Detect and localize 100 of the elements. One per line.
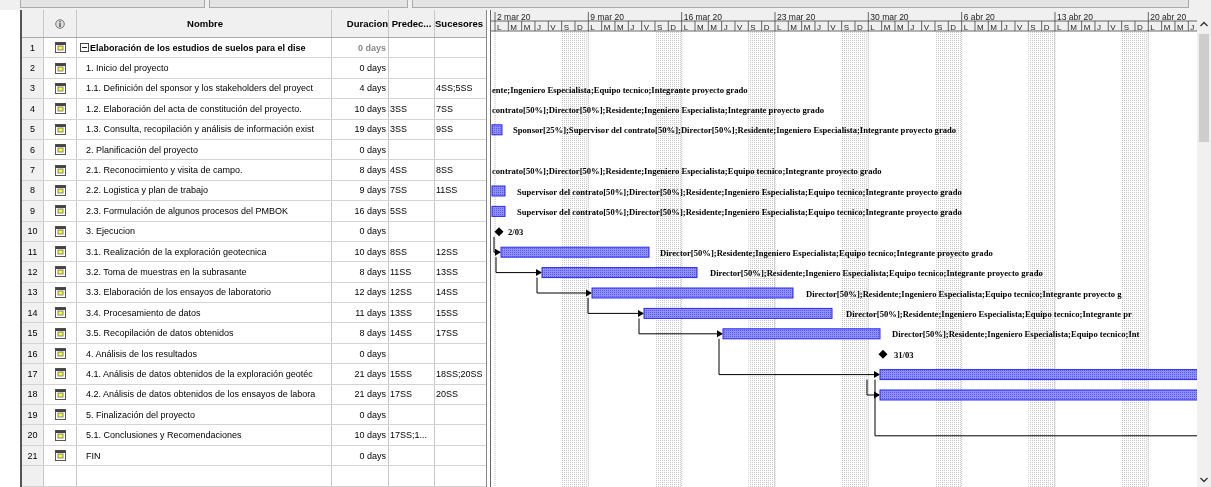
dependency-arrow	[536, 277, 592, 297]
calendar-icon	[54, 368, 66, 380]
task-name: 5. Finalización del proyecto	[86, 409, 196, 420]
milestone-date: 2/03	[508, 227, 524, 238]
table-row[interactable]: 4 1.2. Elaboración del acta de constitución del proyecto. 10 days 3SS 7SS	[22, 99, 486, 120]
table-row[interactable]: 19 5. Finalización del proyecto 0 days	[22, 405, 486, 426]
duration-value: 10 days	[354, 103, 386, 114]
row-number: 21	[22, 445, 44, 466]
task-name: 3.2. Toma de muestras en la subrasante	[86, 267, 247, 277]
table-row[interactable]: 14 3.4. Procesamiento de datos 11 days 13SS 15SS	[22, 303, 486, 324]
duration-value: 0 days	[359, 409, 386, 420]
table-row[interactable]: 9 2.3. Formulación de algunos procesos del PMBOK 16 days 5SS	[22, 201, 486, 222]
predecessors-value: 8SS	[390, 246, 407, 257]
row-number: 1	[22, 38, 44, 58]
calendar-icon	[54, 144, 66, 156]
row-number: 4	[22, 99, 44, 119]
row-number: 3	[22, 78, 44, 99]
table-row[interactable]: 2 1. Inicio del proyecto 0 days	[22, 58, 486, 79]
task-bar[interactable]	[541, 267, 698, 279]
task-bar[interactable]	[879, 389, 1197, 401]
day-letter: M	[1163, 22, 1171, 32]
day-letter: S	[1123, 22, 1129, 32]
table-row[interactable]: 1 Elaboración de los estudios de suelos para el dise 0 days	[22, 38, 486, 59]
day-letter: L	[683, 22, 689, 32]
table-row[interactable]: 8 2.2. Logistica y plan de trabajo 9 days 7SS 11SS	[22, 180, 486, 202]
day-letter: J	[723, 22, 728, 32]
day-letter: M	[883, 22, 891, 32]
week-label: 16 mar 20	[683, 11, 722, 22]
duration-value: 8 days	[359, 328, 386, 339]
calendar-icon	[54, 62, 66, 74]
duration-value: 16 days	[354, 205, 386, 216]
column-header[interactable]: Duracion	[332, 10, 389, 37]
task-bar[interactable]	[491, 124, 503, 136]
task-name: 2.1. Reconocimiento y visita de campo.	[86, 165, 243, 176]
day-letter: J	[910, 22, 915, 32]
duration-value: 10 days	[354, 246, 386, 257]
table-row[interactable]: 21 FIN 0 days	[22, 445, 486, 467]
task-name: FIN	[86, 450, 101, 461]
resource-label: contrato[50%];Director[50%];Residente;Ingeniero Especialista;Integrante proyecto grado	[492, 104, 824, 115]
predecessors-value: 4SS	[390, 165, 407, 176]
table-row[interactable]: 20 5.1. Conclusiones y Recomendaciones 10 days 17SS;1...	[22, 425, 486, 446]
day-letter: M	[523, 22, 531, 32]
column-header[interactable]: Predec...	[389, 10, 435, 37]
task-name: 5.1. Conclusiones y Recomendaciones	[86, 430, 242, 441]
collapse-icon[interactable]	[80, 43, 89, 53]
successors-value: 12SS	[436, 246, 459, 257]
table-row[interactable]: 3 1.1. Definición del sponsor y los stakeholders del proyect 4 days 4SS;5SS	[22, 78, 486, 100]
column-header[interactable]: Nombre	[77, 10, 332, 37]
calendar-icon	[54, 225, 66, 237]
resource-label: Director[50%];Residente;Ingeniero Especialista;Equipo tecnico;Int	[892, 329, 1140, 340]
column-header[interactable]: Sucesores	[435, 10, 486, 37]
table-row[interactable]: 10 3. Ejecucion 0 days	[22, 221, 486, 242]
day-letter: V	[550, 22, 556, 32]
duration-value: 19 days	[354, 124, 386, 135]
successors-value: 13SS	[436, 267, 459, 277]
table-row[interactable]: 15 3.5. Recopilación de datos obtenidos 8 days 14SS 17SS	[22, 323, 486, 344]
task-bar[interactable]	[643, 307, 833, 319]
table-row[interactable]: 18 4.2. Análisis de datos obtenidos de los ensayos de labora 21 days 17SS 20SS	[22, 384, 486, 406]
table-row[interactable]: 7 2.1. Reconocimiento y visita de campo. 8 days 4SS 8SS	[22, 160, 486, 181]
day-letter: V	[737, 22, 743, 32]
scroll-thumb[interactable]	[1199, 34, 1209, 142]
task-bar[interactable]	[500, 246, 650, 258]
day-letter: J	[817, 22, 821, 32]
table-row[interactable]: 16 4. Análisis de los resultados 0 days	[22, 343, 486, 365]
week-label: 20 abr 20	[1150, 11, 1187, 22]
successors-value: 4SS;5SS	[436, 83, 473, 94]
day-letter: M	[1070, 22, 1077, 32]
duration-value: 0 days	[359, 144, 386, 155]
info-icon	[55, 18, 65, 29]
calendar-icon	[54, 388, 66, 400]
table-row[interactable]: 12 3.2. Toma de muestras en la subrasante 8 days 11SS 13SS	[22, 262, 486, 283]
row-number: 10	[22, 221, 44, 241]
task-bar[interactable]	[722, 328, 881, 340]
row-number: 9	[22, 201, 44, 221]
table-row[interactable]: 11 3.1. Realización de la exploración geotecnica 10 days 8SS 12SS	[22, 241, 486, 263]
task-bar[interactable]	[879, 369, 1197, 381]
day-letter: L	[1057, 22, 1062, 32]
task-name: 2. Planificación del proyecto	[86, 144, 199, 155]
table-row[interactable]: 5 1.3. Consulta, recopilación y análisis de información exist 19 days 3SS 9SS	[22, 119, 486, 140]
task-name: 3.4. Procesamiento de datos	[86, 307, 201, 318]
task-bar[interactable]	[591, 287, 794, 299]
task-name: 2.3. Formulación de algunos procesos del PMBOK	[86, 205, 289, 216]
calendar-icon	[54, 307, 66, 319]
task-name: 3. Ejecucion	[86, 226, 136, 237]
row-number: 7	[22, 160, 44, 180]
table-row[interactable]: 17 4.1. Análisis de datos obtenidos de la exploración geotéc 21 days 15SS 18SS;20SS	[22, 364, 486, 385]
milestone-diamond[interactable]	[494, 227, 504, 237]
task-name: 4. Análisis de los resultados	[86, 348, 198, 359]
task-bar[interactable]	[491, 205, 506, 217]
milestone-diamond[interactable]	[878, 349, 888, 359]
task-bar[interactable]	[491, 185, 506, 197]
table-row[interactable]: 6 2. Planificación del proyecto 0 days	[22, 139, 486, 161]
duration-value: 8 days	[359, 267, 386, 277]
duration-value: 8 days	[359, 165, 386, 176]
duration-value: 12 days	[354, 287, 386, 298]
resource-label: Director[50%];Residente;Ingeniero Especialista;Equipo tecnico;Integrante proyecto grado	[660, 247, 993, 258]
row-number: 14	[22, 303, 44, 323]
day-letter: D	[1043, 22, 1050, 32]
table-row[interactable]: 13 3.3. Elaboración de los ensayos de laboratorio 12 days 12SS 14SS	[22, 282, 486, 304]
resource-label: Sponsor[25%];Supervisor del contrato[50%];Director[50%];Residente;Ingeniero Especialista;Integrante proyecto grado	[513, 125, 957, 136]
